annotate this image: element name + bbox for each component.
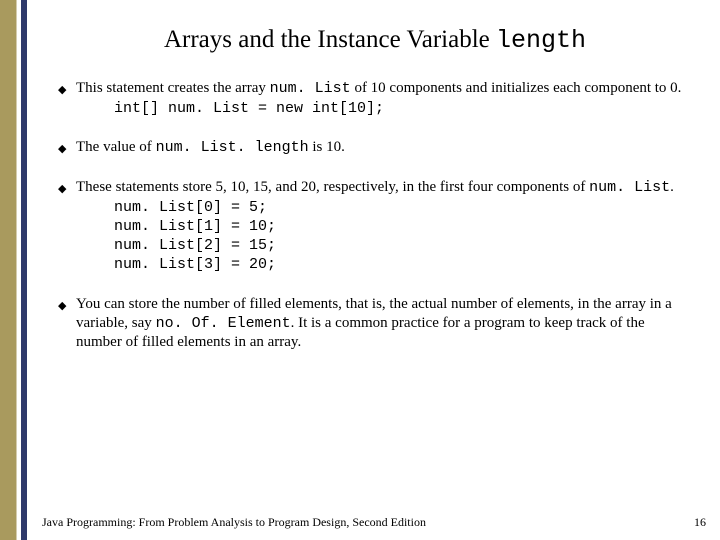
bullet-item: ◆ These statements store 5, 10, 15, and 2… [58, 178, 692, 275]
bullet-item: ◆ You can store the number of filled elem… [58, 295, 692, 353]
bullet-item: ◆ This statement creates the array num. L… [58, 79, 692, 118]
code-block: num. List[0] = 5; num. List[1] = 10; num… [114, 198, 692, 275]
diamond-icon: ◆ [58, 142, 66, 150]
inline-code: num. List [270, 80, 351, 97]
footer-text: Java Programming: From Problem Analysis … [42, 515, 426, 530]
diamond-icon: ◆ [58, 83, 66, 91]
bullet-text: These statements store 5, 10, 15, and 20… [76, 179, 674, 195]
slide-body: Arrays and the Instance Variable length … [30, 0, 720, 540]
text-run: The value of [76, 139, 156, 155]
text-run: is 10. [309, 139, 345, 155]
bullet-list: ◆ This statement creates the array num. L… [58, 79, 692, 352]
decorative-left-stripe [0, 0, 30, 540]
slide-title: Arrays and the Instance Variable length [58, 26, 692, 55]
code-block: int[] num. List = new int[10]; [114, 99, 692, 118]
inline-code: num. List [589, 179, 670, 196]
diamond-icon: ◆ [58, 299, 66, 307]
bullet-text: The value of num. List. length is 10. [76, 139, 345, 155]
bullet-item: ◆ The value of num. List. length is 10. [58, 138, 692, 157]
bullet-text: This statement creates the array num. Li… [76, 80, 681, 96]
diamond-icon: ◆ [58, 182, 66, 190]
text-run: These statements store 5, 10, 15, and 20… [76, 179, 589, 195]
text-run: . [670, 179, 674, 195]
text-run: of 10 components and initializes each co… [351, 80, 682, 96]
title-mono: length [496, 26, 586, 55]
bullet-text: You can store the number of filled eleme… [76, 296, 672, 350]
text-run: This statement creates the array [76, 80, 270, 96]
title-text: Arrays and the Instance Variable [164, 26, 496, 53]
inline-code: num. List. length [156, 139, 309, 156]
page-number: 16 [694, 515, 706, 530]
inline-code: no. Of. Element [156, 315, 291, 332]
